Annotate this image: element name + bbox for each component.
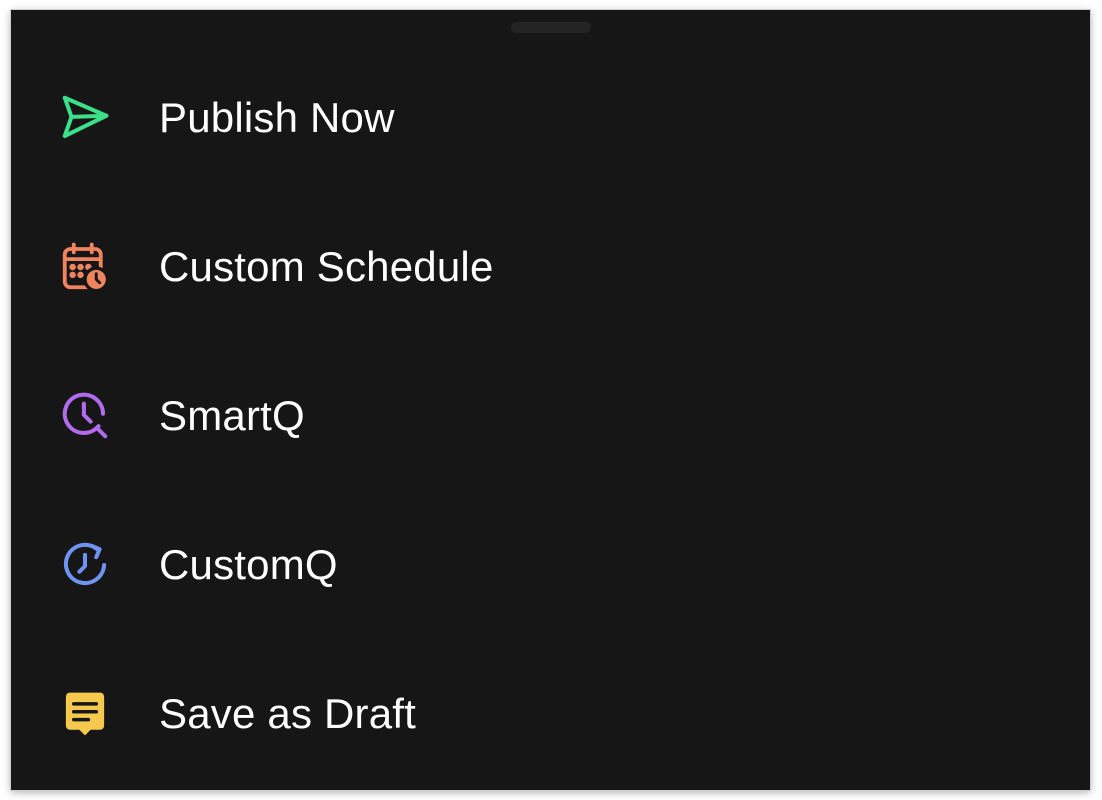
menu-item-publish-now[interactable]: Publish Now [11,43,1090,192]
menu-item-label: Custom Schedule [159,242,494,290]
clock-refresh-icon [57,537,113,593]
menu-item-custom-schedule[interactable]: Custom Schedule [11,192,1090,341]
menu-item-label: Publish Now [159,93,395,141]
send-icon [57,90,113,146]
menu-item-label: SmartQ [159,391,305,439]
menu-item-customq[interactable]: CustomQ [11,490,1090,639]
drag-handle[interactable] [511,22,591,33]
draft-note-icon [57,686,113,742]
menu-item-label: Save as Draft [159,689,417,737]
menu-item-smartq[interactable]: SmartQ [11,341,1090,490]
clock-search-icon [57,388,113,444]
calendar-clock-icon [57,239,113,295]
menu-item-save-draft[interactable]: Save as Draft [11,639,1090,788]
menu-item-label: CustomQ [159,540,338,588]
publish-options-menu: Publish Now Custom Schedule SmartQ Custo… [11,43,1090,788]
bottom-sheet: Publish Now Custom Schedule SmartQ Custo… [11,10,1090,790]
